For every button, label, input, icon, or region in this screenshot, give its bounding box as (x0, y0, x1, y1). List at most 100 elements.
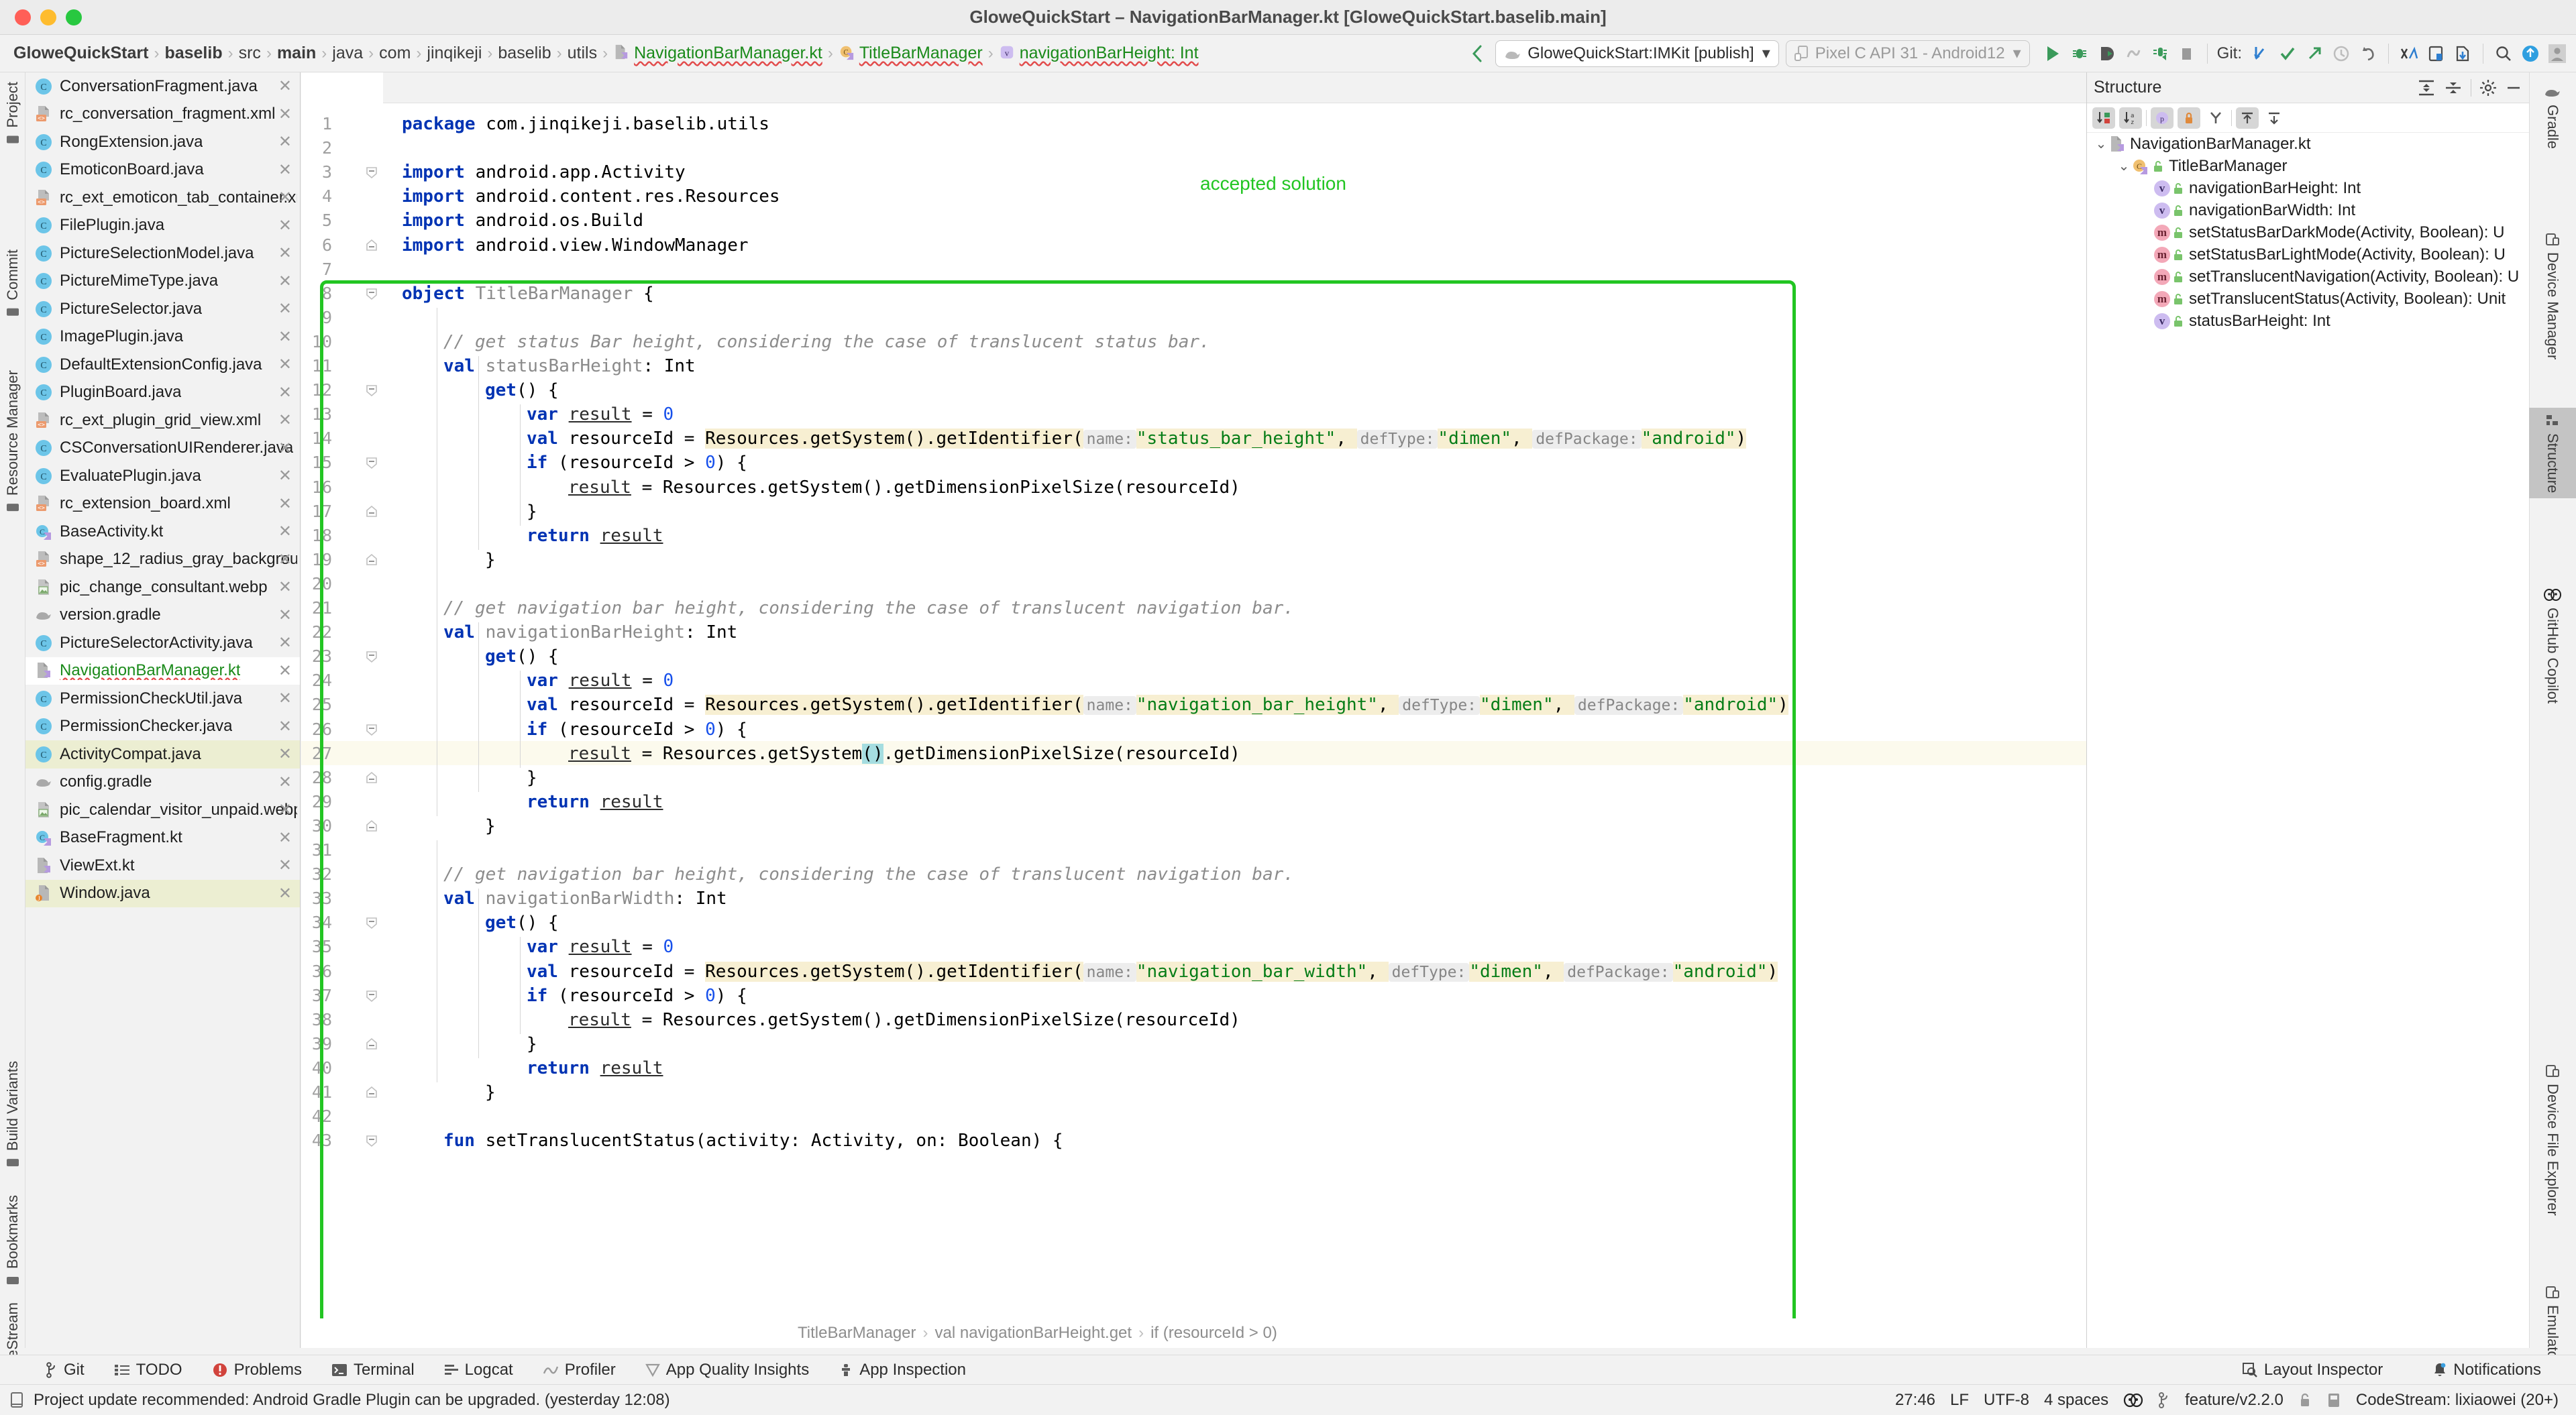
tool-tab-bookmarks[interactable]: Bookmarks (0, 1191, 25, 1292)
structure-tree-item[interactable]: ⌄ C TitleBarManager (2087, 155, 2529, 177)
codestream-status[interactable]: CodeStream: lixiaowei (20+) (2356, 1391, 2559, 1410)
file-list-item[interactable]: pic_change_consultant.webp ✕ (25, 573, 300, 602)
file-list-item[interactable]: J Window.java ✕ (25, 879, 300, 907)
chevron-down-icon-device[interactable]: ▾ (2013, 44, 2021, 63)
structure-tree[interactable]: ⌄ NavigationBarManager.kt ⌄ C TitleBarManage… (2087, 133, 2529, 332)
breadcrumb-item-jinqikeji[interactable]: jinqikeji (423, 44, 486, 63)
file-list-item[interactable]: C RongExtension.java ✕ (25, 128, 300, 156)
close-file-icon[interactable]: ✕ (278, 272, 292, 291)
close-file-icon[interactable]: ✕ (278, 856, 292, 875)
file-list-item[interactable]: NavigationBarManager.kt ✕ (25, 657, 300, 685)
code-fold-marker[interactable] (365, 553, 378, 567)
close-file-icon[interactable]: ✕ (278, 383, 292, 402)
file-list-item[interactable]: C PermissionChecker.java ✕ (25, 713, 300, 741)
breadcrumb-item-navigationbarheight-int[interactable]: v navigationBarHeight: Int (995, 44, 1203, 63)
file-list-item[interactable]: pic_calendar_visitor_unpaid.webp ✕ (25, 796, 300, 824)
close-file-icon[interactable]: ✕ (278, 717, 292, 736)
code-line[interactable]: val statusBarHeight: Int (443, 356, 696, 376)
bottom-tab-git[interactable]: Git (31, 1361, 99, 1379)
code-line[interactable]: import android.os.Build (402, 211, 643, 231)
editor-gutter[interactable]: 1 2 3 4 5 6 7 8 9 10 11 12 13 14 15 16 17 18 19 20 21 22 23 24 2… (301, 72, 383, 1348)
breadcrumb-item-navigationbarmanager-kt[interactable]: NavigationBarManager.kt (609, 44, 826, 63)
file-list-item[interactable]: <> rc_ext_emoticon_tab_container.xml ✕ (25, 184, 300, 212)
bottom-tab-layout-inspector[interactable]: Layout Inspector (2227, 1361, 2398, 1379)
structure-tree-item[interactable]: ⌄ NavigationBarManager.kt (2087, 133, 2529, 155)
breadcrumb-item-baselib[interactable]: baselib (160, 44, 226, 63)
code-editor[interactable]: ! 3 15 ⌃ ⌄ 12345678910111213141516171819… (301, 72, 2355, 1348)
breadcrumb-item-java[interactable]: java (328, 44, 367, 63)
profile-button[interactable] (2147, 40, 2174, 67)
code-line[interactable]: val navigationBarHeight: Int (443, 622, 737, 642)
file-list-item[interactable]: C EmoticonBoard.java ✕ (25, 156, 300, 184)
file-list-item[interactable]: <> rc_conversation_fragment.xml ✕ (25, 101, 300, 129)
chevron-down-icon[interactable]: ⌄ (2094, 135, 2108, 152)
editor-breadcrumb-item[interactable]: if (resourceId > 0) (1150, 1324, 1277, 1343)
code-line[interactable]: var result = 0 (527, 671, 674, 691)
collapse-all-icon[interactable] (2444, 79, 2463, 97)
search-icon[interactable] (2490, 40, 2517, 67)
bottom-tab-terminal[interactable]: Terminal (317, 1361, 429, 1379)
code-line[interactable]: if (resourceId > 0) { (527, 986, 747, 1006)
code-fold-marker[interactable] (365, 916, 378, 929)
code-fold-marker[interactable] (365, 650, 378, 663)
expand-all-icon[interactable] (2417, 79, 2436, 97)
tool-tab-build-variants[interactable]: Build Variants (0, 1057, 25, 1174)
code-fold-marker[interactable] (365, 456, 378, 469)
close-file-icon[interactable]: ✕ (278, 466, 292, 486)
device-download-button[interactable] (2449, 40, 2476, 67)
close-file-icon[interactable]: ✕ (278, 633, 292, 653)
close-file-icon[interactable]: ✕ (278, 828, 292, 848)
code-line[interactable]: import android.content.res.Resources (402, 186, 780, 207)
file-encoding[interactable]: UTF-8 (1984, 1391, 2029, 1410)
close-file-icon[interactable]: ✕ (278, 355, 292, 374)
code-line[interactable]: } (527, 768, 537, 788)
sort-by-visibility-button[interactable] (2092, 107, 2115, 129)
bottom-tab-app-quality-insights[interactable]: App Quality Insights (631, 1361, 824, 1379)
gear-icon[interactable] (2479, 79, 2497, 97)
file-list-item[interactable]: C PluginBoard.java ✕ (25, 379, 300, 407)
attach-debugger-button[interactable] (2093, 40, 2120, 67)
apply-changes-button[interactable] (2120, 40, 2147, 67)
code-line[interactable]: if (resourceId > 0) { (527, 453, 747, 473)
close-file-icon[interactable]: ✕ (278, 299, 292, 319)
tool-tab-project[interactable]: Project (0, 78, 25, 151)
code-line[interactable]: object TitleBarManager { (402, 284, 654, 304)
bottom-tab-profiler[interactable]: Profiler (528, 1361, 631, 1379)
close-file-icon[interactable]: ✕ (278, 661, 292, 681)
file-list-item[interactable]: C PermissionCheckUtil.java ✕ (25, 685, 300, 713)
file-list-item[interactable]: version.gradle ✕ (25, 602, 300, 630)
close-file-icon[interactable]: ✕ (278, 160, 292, 180)
code-line[interactable]: var result = 0 (527, 937, 674, 957)
close-file-icon[interactable]: ✕ (278, 744, 292, 764)
file-list-item[interactable]: C ConversationFragment.java ✕ (25, 72, 300, 101)
file-list-item[interactable]: C PictureMimeType.java ✕ (25, 268, 300, 296)
chevron-down-icon[interactable]: ▾ (1762, 44, 1770, 63)
breadcrumb-item-src[interactable]: src (235, 44, 265, 63)
undo-button[interactable] (2355, 40, 2381, 67)
code-fold-marker[interactable] (365, 287, 378, 300)
structure-tree-item[interactable]: v statusBarHeight: Int (2087, 310, 2529, 332)
tool-tab-commit[interactable]: Commit (0, 245, 25, 324)
compare-branches-button[interactable] (2396, 40, 2422, 67)
breadcrumb-item-main[interactable]: main (273, 44, 320, 63)
file-list-item[interactable]: <> shape_12_radius_gray_background_pre✕ (25, 546, 300, 574)
code-fold-marker[interactable] (365, 505, 378, 518)
line-separator[interactable]: LF (1950, 1391, 1969, 1410)
breadcrumb-item-glowequickstart[interactable]: GloweQuickStart (9, 44, 152, 63)
file-list-item[interactable]: C DefaultExtensionConfig.java ✕ (25, 351, 300, 379)
bottom-tab-todo[interactable]: TODO (99, 1361, 197, 1379)
status-message-area[interactable]: Project update recommended: Android Grad… (0, 1391, 670, 1410)
code-line[interactable]: result = Resources.getSystem().getDimens… (568, 477, 1240, 498)
breadcrumb-item-com[interactable]: com (375, 44, 415, 63)
code-line[interactable]: var result = 0 (527, 404, 674, 424)
code-line[interactable]: get() { (485, 380, 559, 400)
file-list-item[interactable]: C ActivityCompat.java ✕ (25, 740, 300, 769)
close-file-icon[interactable]: ✕ (278, 689, 292, 708)
file-list-item[interactable]: C CSConversationUIRenderer.java ✕ (25, 435, 300, 463)
run-button[interactable] (2039, 40, 2066, 67)
file-list-item[interactable]: C BaseActivity.kt ✕ (25, 518, 300, 546)
scroll-from-source-button[interactable] (2236, 107, 2259, 129)
device-selector[interactable]: Pixel C API 31 - Android12 ▾ (1785, 40, 2030, 67)
git-push-button[interactable] (2301, 40, 2328, 67)
editor-breadcrumb-item[interactable]: val navigationBarHeight.get (935, 1324, 1132, 1343)
